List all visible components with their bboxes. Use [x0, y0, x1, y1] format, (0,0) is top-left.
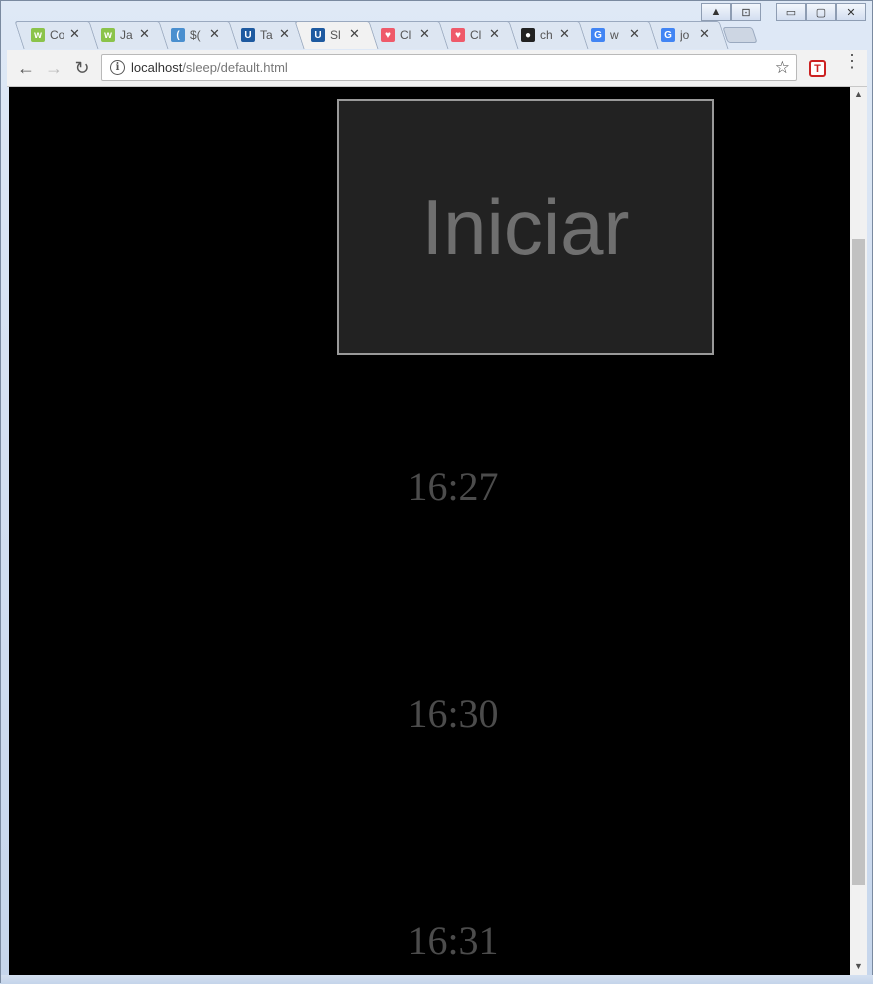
pocket-icon: ♥: [451, 28, 465, 42]
browser-tab[interactable]: w Co ✕: [14, 21, 99, 49]
u-icon: U: [241, 28, 255, 42]
reload-button[interactable]: ↻: [71, 57, 93, 79]
tab-close-icon[interactable]: ✕: [559, 26, 570, 42]
scroll-up-arrow-icon[interactable]: ▲: [854, 89, 863, 99]
tab-title: Co: [50, 28, 64, 42]
close-window-button[interactable]: ✕: [836, 3, 866, 21]
tab-title: jo: [680, 28, 690, 42]
tab-title: Ja: [120, 28, 133, 42]
browser-menu-icon[interactable]: ⋮: [843, 52, 861, 70]
tab-title: Cl: [400, 28, 412, 42]
new-tab-button[interactable]: [722, 27, 758, 43]
maximize-button[interactable]: ▢: [806, 3, 836, 21]
wa-icon: w: [31, 28, 45, 42]
tab-title: Cl: [470, 28, 482, 42]
url-text[interactable]: localhost/sleep/default.html: [131, 60, 288, 75]
up-arrow-icon: ▲: [710, 6, 722, 18]
jquery-icon: (: [171, 28, 185, 42]
tab-title: Ta: [260, 28, 273, 42]
tab-close-icon[interactable]: ✕: [349, 26, 360, 42]
time-entry: 16:27: [407, 464, 499, 509]
close-icon: ✕: [846, 6, 856, 19]
browser-tab[interactable]: U Ta ✕: [224, 21, 309, 49]
browser-tab[interactable]: Gjo ✕: [644, 21, 729, 49]
browser-tab[interactable]: ( $( ✕: [154, 21, 239, 49]
maximize-icon: ▢: [815, 6, 827, 19]
tab-close-icon[interactable]: ✕: [69, 26, 80, 42]
address-bar[interactable]: i localhost/sleep/default.html ☆: [101, 54, 797, 81]
tab-title: ch: [540, 28, 553, 42]
start-button[interactable]: Iniciar: [337, 99, 714, 355]
tab-close-icon[interactable]: ✕: [699, 26, 710, 42]
window-pin-button[interactable]: ⊡: [731, 3, 761, 21]
bookmark-star-icon[interactable]: ☆: [775, 58, 790, 78]
tab-strip: w Co ✕ w Ja ✕ ( $( ✕ U Ta ✕ U Sl ✕ ♥ Cl ✕ ♥ Cl ✕ ● ch ✕ Gw ✕ Gjo ✕: [14, 21, 779, 49]
reload-icon: ↻: [74, 57, 90, 78]
minimize-button[interactable]: ▭: [776, 3, 806, 21]
pin-icon: ⊡: [741, 6, 751, 19]
tab-title: w: [610, 28, 619, 42]
u-icon: U: [311, 28, 325, 42]
browser-window: ▲ ⊡ ▭ ▢ ✕ w Co ✕ w Ja ✕ ( $( ✕ U Ta ✕ U Sl ✕ ♥ Cl ✕ ♥ Cl ✕ ● c…: [0, 0, 873, 984]
github-icon: ●: [521, 28, 535, 42]
start-button-label: Iniciar: [421, 182, 630, 271]
google-icon: G: [661, 28, 675, 42]
tab-close-icon[interactable]: ✕: [489, 26, 500, 42]
browser-tab[interactable]: ♥ Cl ✕: [364, 21, 449, 49]
tab-close-icon[interactable]: ✕: [139, 26, 150, 42]
page-viewport: Iniciar 16:27 16:30 16:31: [9, 87, 850, 975]
browser-toolbar: ← → ↻ i localhost/sleep/default.html ☆ T…: [7, 50, 867, 87]
tab-close-icon[interactable]: ✕: [629, 26, 640, 42]
scrollbar-thumb[interactable]: [852, 239, 865, 885]
url-host: localhost: [131, 60, 183, 75]
tab-close-icon[interactable]: ✕: [279, 26, 290, 42]
time-entry: 16:30: [407, 691, 499, 736]
window-controls: ▭ ▢ ✕: [776, 3, 866, 21]
scroll-down-arrow-icon[interactable]: ▼: [854, 961, 863, 971]
site-info-icon[interactable]: i: [110, 60, 125, 75]
wa-icon: w: [101, 28, 115, 42]
minimize-icon: ▭: [785, 6, 797, 19]
pocket-icon: ♥: [381, 28, 395, 42]
browser-tab[interactable]: U Sl ✕: [294, 21, 379, 49]
window-extra-controls: ▲ ⊡: [701, 3, 761, 21]
browser-tab[interactable]: ♥ Cl ✕: [434, 21, 519, 49]
window-up-button[interactable]: ▲: [701, 3, 731, 21]
tab-title: $(: [190, 28, 201, 42]
tab-close-icon[interactable]: ✕: [419, 26, 430, 42]
google-icon: G: [591, 28, 605, 42]
forward-arrow-icon: →: [45, 57, 63, 78]
back-arrow-icon: ←: [17, 57, 35, 78]
time-entry: 16:31: [407, 918, 499, 963]
vertical-scrollbar[interactable]: ▲ ▼: [850, 87, 867, 975]
browser-tab[interactable]: Gw ✕: [574, 21, 659, 49]
browser-tab[interactable]: ● ch ✕: [504, 21, 589, 49]
tab-title: Sl: [330, 28, 341, 42]
extension-icon[interactable]: T: [809, 60, 826, 77]
browser-tab[interactable]: w Ja ✕: [84, 21, 169, 49]
forward-button[interactable]: →: [43, 57, 65, 79]
url-path: /sleep/default.html: [182, 60, 288, 75]
back-button[interactable]: ←: [15, 57, 37, 79]
tab-close-icon[interactable]: ✕: [209, 26, 220, 42]
